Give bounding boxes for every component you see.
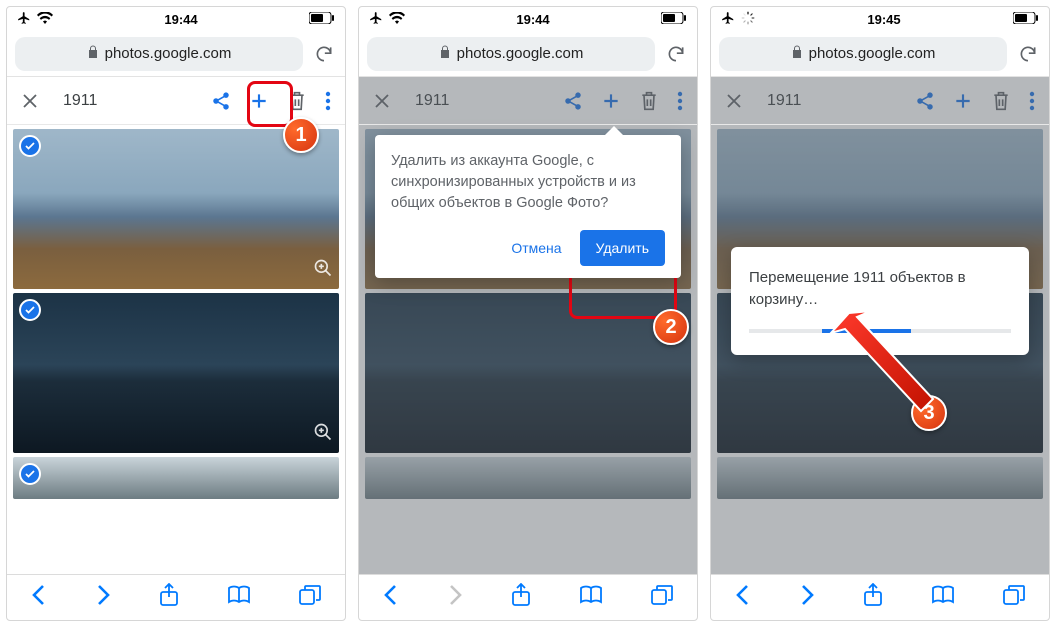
photo-thumbnail	[717, 457, 1043, 499]
delete-confirm-popover: Удалить из аккаунта Google, с синхронизи…	[375, 135, 681, 278]
airplane-icon	[721, 11, 735, 28]
photo-thumbnail	[365, 457, 691, 499]
tabs-icon[interactable]	[651, 585, 673, 610]
back-icon[interactable]	[735, 584, 751, 611]
share-icon	[563, 91, 583, 111]
selected-check-icon[interactable]	[19, 299, 41, 321]
popover-text: Удалить из аккаунта Google, с синхронизи…	[391, 151, 665, 214]
url-field[interactable]: photos.google.com	[719, 37, 1007, 71]
ios-status-bar: 19:44	[359, 7, 697, 31]
trash-icon	[639, 90, 659, 112]
step-badge-1: 1	[283, 117, 319, 153]
more-icon	[1029, 91, 1035, 111]
safari-address-bar: photos.google.com	[7, 31, 345, 77]
photo-thumbnail[interactable]	[13, 293, 339, 453]
tutorial-stage: 19:44 photos.google.com 1911	[0, 0, 1064, 627]
close-icon	[725, 92, 743, 110]
trash-icon	[991, 90, 1011, 112]
tabs-icon[interactable]	[299, 585, 321, 610]
selection-count: 1911	[415, 92, 449, 110]
selected-check-icon[interactable]	[19, 135, 41, 157]
phone-screen-3: 19:45 photos.google.com 1911	[710, 6, 1050, 621]
url-field[interactable]: photos.google.com	[15, 37, 303, 71]
status-time: 19:44	[53, 12, 309, 27]
cancel-button[interactable]: Отмена	[511, 238, 561, 258]
zoom-icon[interactable]	[313, 422, 333, 447]
status-time: 19:44	[405, 12, 661, 27]
ios-status-bar: 19:45	[711, 7, 1049, 31]
battery-icon	[309, 12, 335, 27]
photo-feed	[7, 125, 345, 574]
airplane-icon	[17, 11, 31, 28]
share-icon[interactable]	[211, 91, 231, 111]
progress-fill	[822, 329, 911, 333]
lock-icon	[439, 45, 451, 63]
selection-toolbar: 1911	[359, 77, 697, 125]
lock-icon	[87, 45, 99, 63]
url-text: photos.google.com	[457, 45, 584, 62]
ios-status-bar: 19:44	[7, 7, 345, 31]
loading-icon	[741, 11, 755, 28]
delete-button[interactable]: Удалить	[580, 230, 665, 266]
safari-address-bar: photos.google.com	[711, 31, 1049, 77]
wifi-icon	[389, 12, 405, 27]
plus-icon	[953, 91, 973, 111]
forward-icon	[447, 584, 463, 611]
photo-thumbnail[interactable]	[13, 457, 339, 499]
forward-icon[interactable]	[95, 584, 111, 611]
progress-card: Перемещение 1911 объектов в корзину…	[731, 247, 1029, 355]
url-field[interactable]: photos.google.com	[367, 37, 655, 71]
step-badge-2: 2	[653, 309, 689, 345]
reload-button[interactable]	[1015, 44, 1041, 64]
lock-icon	[791, 45, 803, 63]
battery-icon	[1013, 12, 1039, 27]
bookmarks-icon[interactable]	[931, 585, 955, 610]
safari-bottom-bar	[7, 574, 345, 620]
share-up-icon[interactable]	[863, 583, 883, 612]
reload-button[interactable]	[663, 44, 689, 64]
battery-icon	[661, 12, 687, 27]
bookmarks-icon[interactable]	[227, 585, 251, 610]
bookmarks-icon[interactable]	[579, 585, 603, 610]
share-icon	[915, 91, 935, 111]
progress-text: Перемещение 1911 объектов в корзину…	[749, 267, 1011, 311]
safari-bottom-bar	[359, 574, 697, 620]
airplane-icon	[369, 11, 383, 28]
selected-check-icon[interactable]	[19, 463, 41, 485]
more-icon[interactable]	[325, 91, 331, 111]
close-icon[interactable]	[21, 92, 39, 110]
selection-toolbar: 1911	[711, 77, 1049, 125]
selection-count: 1911	[767, 92, 801, 110]
plus-icon	[601, 91, 621, 111]
forward-icon[interactable]	[799, 584, 815, 611]
share-up-icon[interactable]	[511, 583, 531, 612]
back-icon[interactable]	[31, 584, 47, 611]
zoom-icon[interactable]	[313, 258, 333, 283]
progress-bar	[749, 329, 1011, 333]
tabs-icon[interactable]	[1003, 585, 1025, 610]
share-up-icon[interactable]	[159, 583, 179, 612]
selection-count: 1911	[63, 92, 97, 110]
url-text: photos.google.com	[809, 45, 936, 62]
more-icon	[677, 91, 683, 111]
back-icon[interactable]	[383, 584, 399, 611]
wifi-icon	[37, 12, 53, 27]
phone-screen-1: 19:44 photos.google.com 1911	[6, 6, 346, 621]
step-badge-3: 3	[911, 395, 947, 431]
url-text: photos.google.com	[105, 45, 232, 62]
safari-bottom-bar	[711, 574, 1049, 620]
close-icon	[373, 92, 391, 110]
reload-button[interactable]	[311, 44, 337, 64]
phone-screen-2: 19:44 photos.google.com 1911	[358, 6, 698, 621]
safari-address-bar: photos.google.com	[359, 31, 697, 77]
status-time: 19:45	[755, 12, 1013, 27]
photo-thumbnail[interactable]	[13, 129, 339, 289]
highlight-box-1	[247, 81, 293, 127]
